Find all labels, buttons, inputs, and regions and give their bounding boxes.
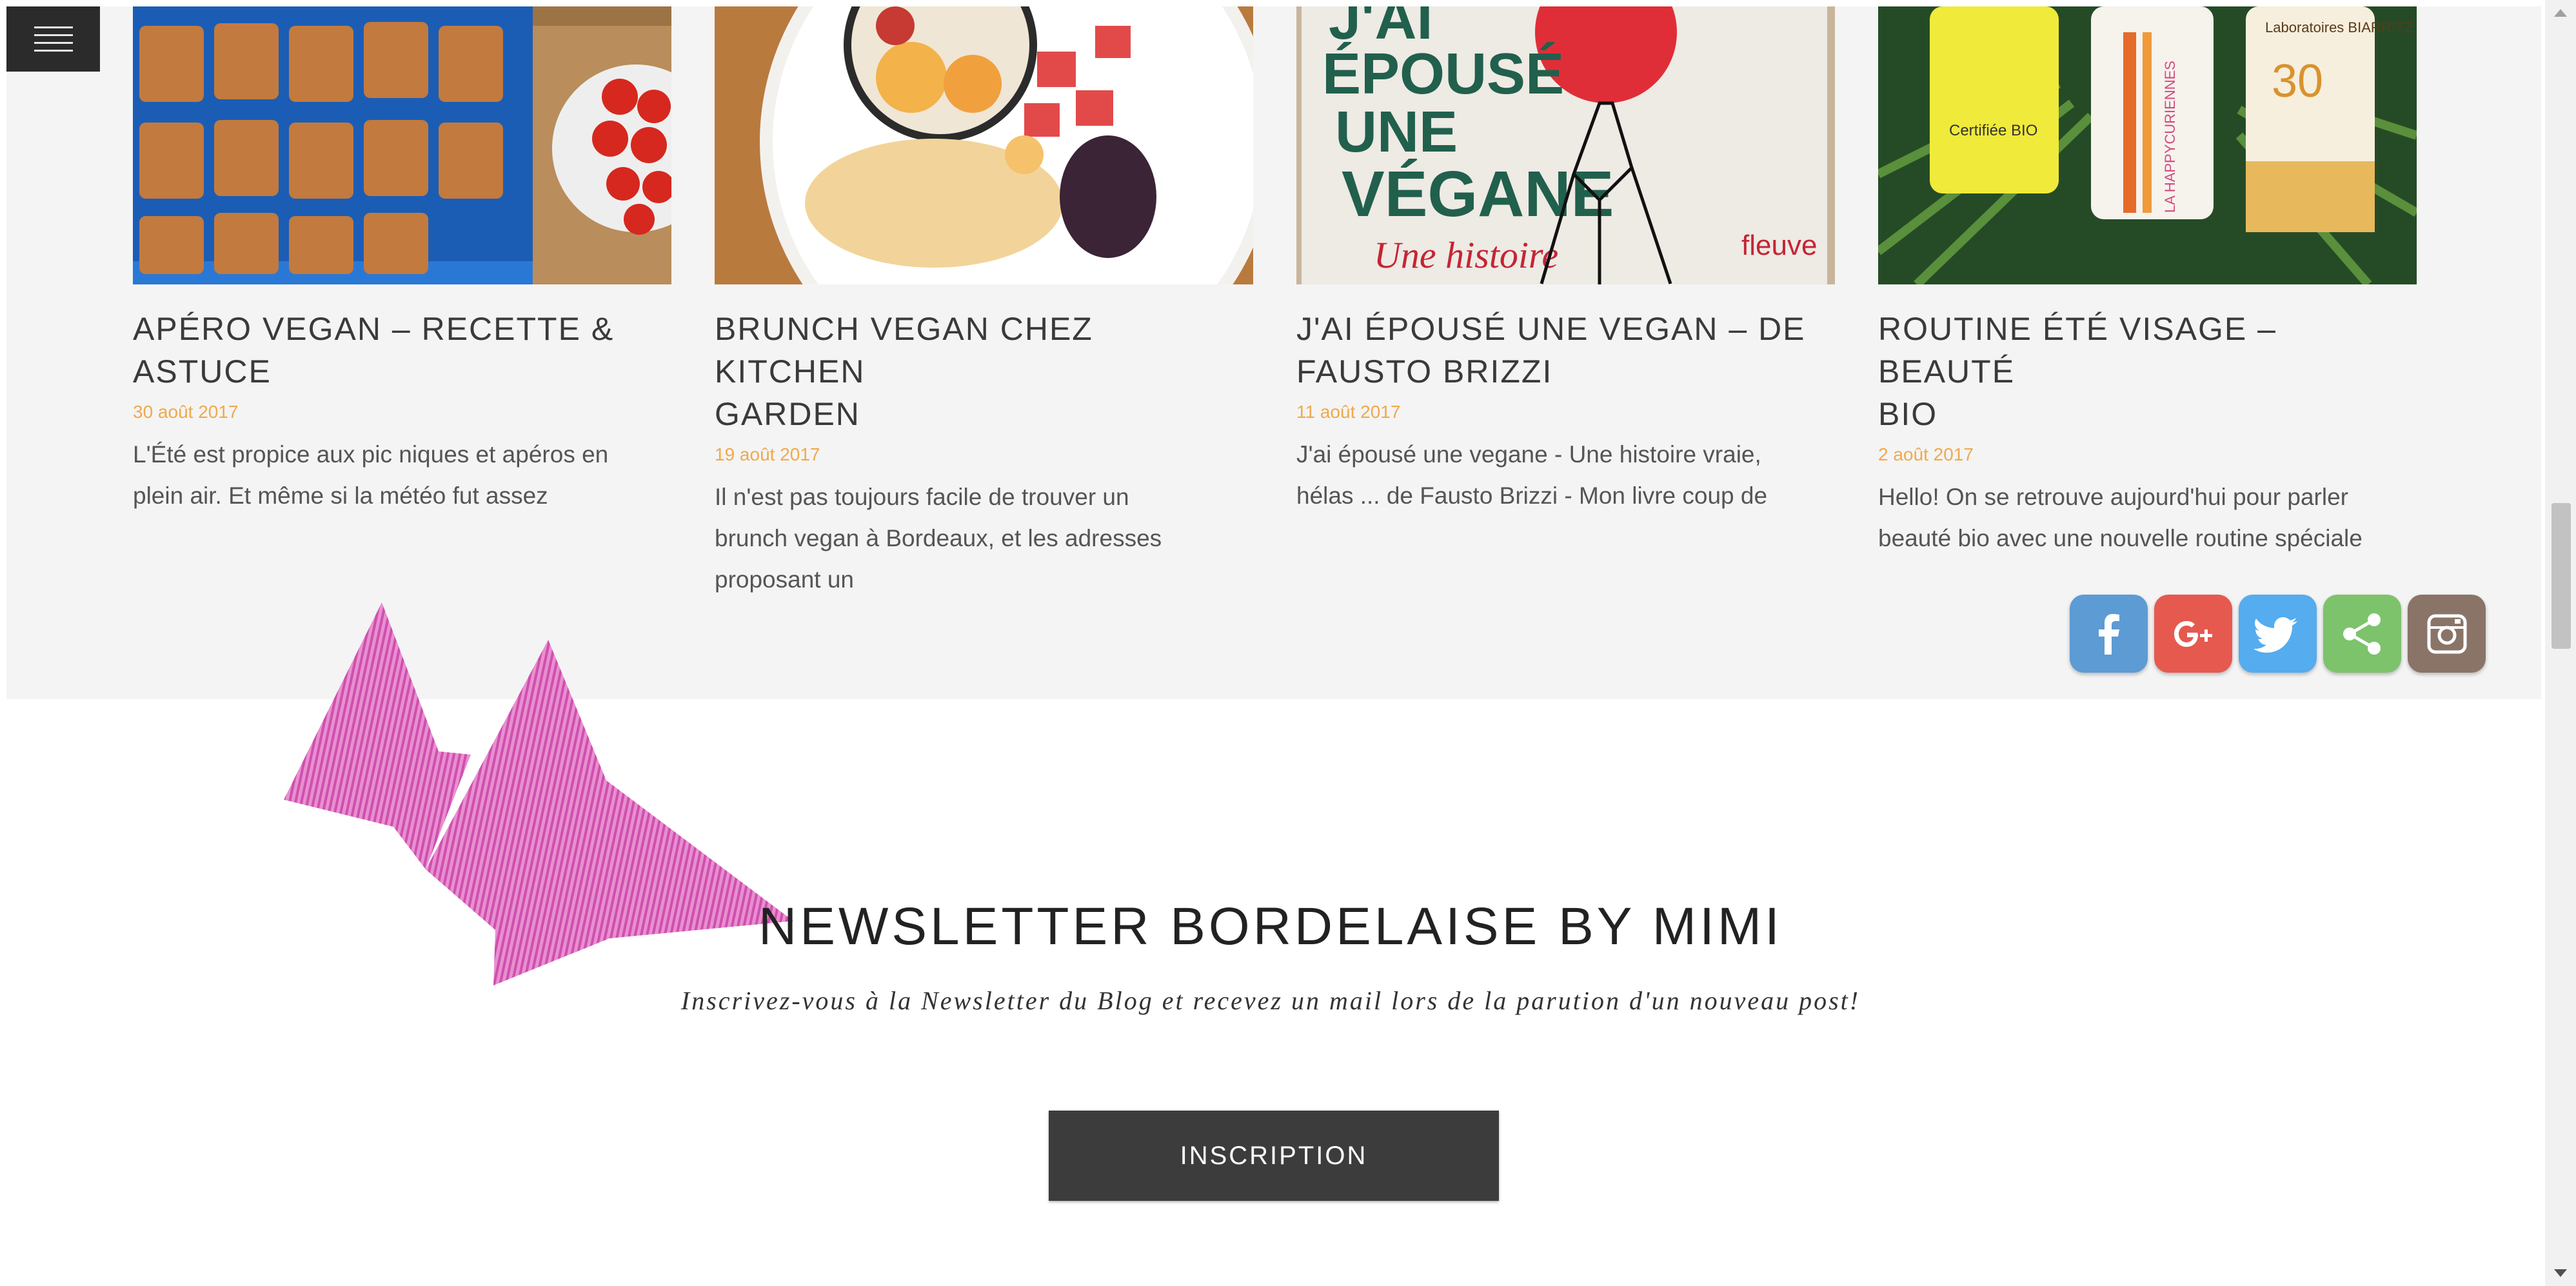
post-thumbnail-book[interactable]: J'AI ÉPOUSÉ UNE VÉGANE Une histoire fleu… [1296,6,1835,284]
post-date: 30 août 2017 [133,402,239,422]
svg-text:VÉGANE: VÉGANE [1342,158,1614,230]
post-date: 11 août 2017 [1296,402,1401,422]
post-date: 19 août 2017 [715,444,820,464]
google-plus-icon [2174,620,2212,647]
hamburger-icon [34,26,73,52]
post-excerpt: Hello! On se retrouve aujourd'hui pour p… [1878,484,2363,551]
svg-text:LA HAPPYCURIENNES: LA HAPPYCURIENNES [2162,61,2178,213]
google-plus-share-button[interactable] [2154,595,2232,673]
scrollbar-thumb[interactable] [2551,503,2571,649]
facebook-icon [2098,613,2119,655]
post-title[interactable]: BRUNCH VEGAN CHEZ KITCHEN GARDEN [715,308,1253,435]
post-card[interactable]: APÉRO VEGAN – RECETTE & ASTUCE 30 août 2… [133,6,671,517]
instagram-icon [2427,614,2466,653]
post-title[interactable]: J'AI ÉPOUSÉ UNE VEGAN – DE FAUSTO BRIZZI [1296,308,1835,393]
post-excerpt: L'Été est propice aux pic niques et apér… [133,441,609,509]
scroll-down-arrow-icon[interactable] [2554,1269,2567,1277]
post-thumbnail-beauty[interactable]: Certifiée BIO LA HAPPYCURIENNES Laborato… [1878,6,2417,284]
share-button[interactable] [2323,595,2401,673]
social-share-bar [2070,595,2486,673]
post-excerpt: J'ai épousé une vegane - Une histoire vr… [1296,441,1768,509]
twitter-icon [2253,617,2297,653]
post-date: 2 août 2017 [1878,444,1974,464]
post-thumbnail-apero[interactable] [133,6,671,284]
newsletter-signup-button[interactable]: INSCRIPTION [1049,1111,1499,1201]
newsletter-subtitle: Inscrivez-vous à la Newsletter du Blog e… [680,986,1861,1015]
svg-text:UNE: UNE [1335,100,1458,164]
twitter-share-button[interactable] [2239,595,2317,673]
svg-text:fleuve: fleuve [1741,230,1817,261]
scroll-up-arrow-icon[interactable] [2554,9,2567,17]
newsletter-title: NEWSLETTER BORDELAISE BY MIMI [758,897,1783,956]
svg-text:Laboratoires BIARRITZ: Laboratoires BIARRITZ [2265,19,2413,35]
post-title[interactable]: ROUTINE ÉTÉ VISAGE – BEAUTÉ BIO [1878,308,2417,435]
svg-text:30: 30 [2272,55,2323,107]
instagram-share-button[interactable] [2408,595,2486,673]
facebook-share-button[interactable] [2070,595,2148,673]
post-title[interactable]: APÉRO VEGAN – RECETTE & ASTUCE [133,308,671,393]
page-scrollbar[interactable] [2545,0,2576,1286]
post-card[interactable]: BRUNCH VEGAN CHEZ KITCHEN GARDEN 19 août… [715,6,1253,600]
share-icon [2343,613,2381,655]
svg-text:Certifiée BIO: Certifiée BIO [1949,122,2037,139]
post-excerpt: Il n'est pas toujours facile de trouver … [715,484,1162,593]
hamburger-menu-button[interactable] [6,6,100,72]
post-card[interactable]: J'AI ÉPOUSÉ UNE VÉGANE Une histoire fleu… [1296,6,1835,517]
post-thumbnail-brunch[interactable] [715,6,1253,284]
svg-text:Une histoire: Une histoire [1374,234,1558,276]
post-card[interactable]: Certifiée BIO LA HAPPYCURIENNES Laborato… [1878,6,2417,559]
svg-text:ÉPOUSÉ: ÉPOUSÉ [1322,41,1564,106]
